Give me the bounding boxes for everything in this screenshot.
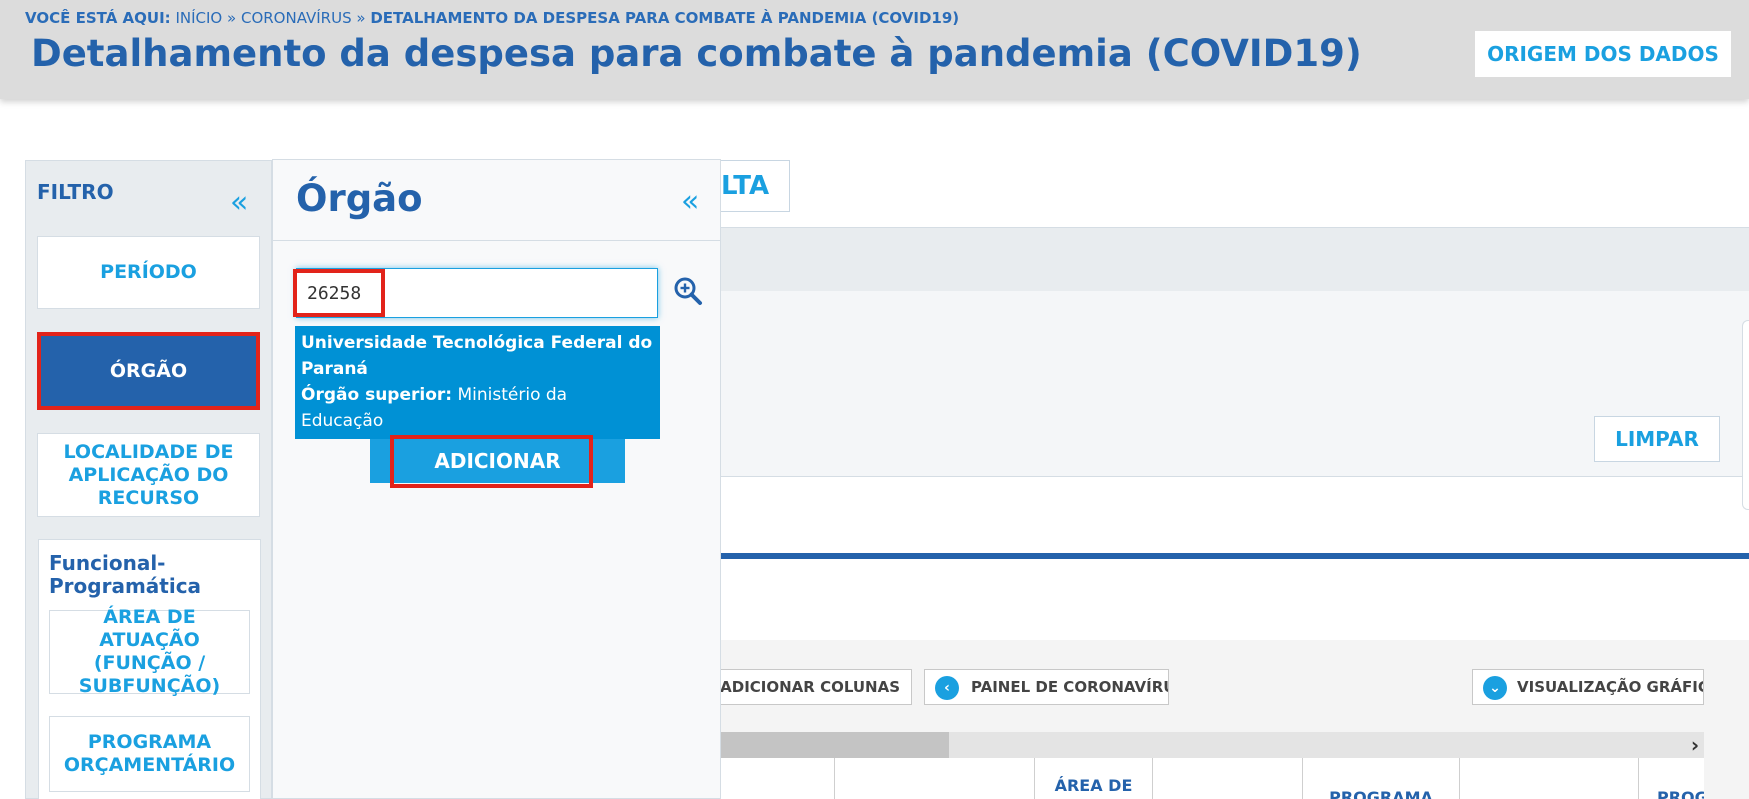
filter-orgao-label: ÓRGÃO xyxy=(109,359,188,382)
orgao-search-input[interactable] xyxy=(296,268,658,318)
breadcrumb-current: DETALHAMENTO DA DESPESA PARA COMBATE À P… xyxy=(370,9,960,27)
side-tab[interactable] xyxy=(1742,320,1749,510)
filter-sidebar: FILTRO « PERÍODO ÓRGÃO LOCALIDADE DE APL… xyxy=(25,160,272,799)
filter-area-atuacao-button[interactable]: ÁREA DE ATUAÇÃO (FUNÇÃO / SUBFUNÇÃO) xyxy=(49,606,250,697)
filter-orgao-button[interactable]: ÓRGÃO xyxy=(37,332,260,410)
table-header-cell xyxy=(1459,758,1638,799)
table-header-programa[interactable]: PROGRAMA xyxy=(1302,758,1459,799)
page-title: Detalhamento da despesa para combate à p… xyxy=(31,32,1362,75)
painel-coronavirus-label: PAINEL DE CORONAVÍRUS xyxy=(971,678,1169,696)
orgao-panel: Órgão « Universidade Tecnológica Federal… xyxy=(272,159,721,799)
breadcrumb-separator: » xyxy=(356,9,366,27)
autocomplete-suggestion[interactable]: Universidade Tecnológica Federal do Para… xyxy=(295,326,660,439)
filter-area-atuacao-label: ÁREA DE ATUAÇÃO (FUNÇÃO / SUBFUNÇÃO) xyxy=(78,606,221,697)
funcional-programatica-title: Funcional-Programática xyxy=(49,551,202,598)
funcional-programatica-group: Funcional-Programática ÁREA DE ATUAÇÃO (… xyxy=(38,539,261,799)
scroll-right-arrow[interactable]: › xyxy=(1683,732,1707,758)
breadcrumb-coronavirus-link[interactable]: CORONAVÍRUS xyxy=(241,9,352,27)
filter-summary-band xyxy=(640,227,1749,291)
table-header-cell xyxy=(834,758,1034,799)
filter-localidade-label: LOCALIDADE DE APLICAÇÃO DO RECURSO xyxy=(63,440,234,509)
table-header-programa-2[interactable]: PROGR xyxy=(1638,758,1704,799)
adicionar-button[interactable]: ADICIONAR xyxy=(370,439,625,483)
table-header-cell xyxy=(1152,758,1302,799)
collapse-filter-icon[interactable]: « xyxy=(230,188,248,218)
page: LTA LIMPAR ER/ADICIONAR COLUNAS ‹ PAINEL… xyxy=(0,0,1749,799)
origem-dos-dados-button[interactable]: ORIGEM DOS DADOS xyxy=(1475,31,1731,77)
page-header: VOCÊ ESTÁ AQUI: INÍCIO » CORONAVÍRUS » D… xyxy=(0,0,1749,99)
filter-periodo-label: PERÍODO xyxy=(100,261,197,283)
add-columns-label: ER/ADICIONAR COLUNAS xyxy=(692,678,900,696)
breadcrumb: VOCÊ ESTÁ AQUI: INÍCIO » CORONAVÍRUS » D… xyxy=(25,9,959,27)
consulta-label: LTA xyxy=(721,171,770,201)
filter-localidade-button[interactable]: LOCALIDADE DE APLICAÇÃO DO RECURSO xyxy=(37,433,260,517)
painel-coronavirus-button[interactable]: ‹ PAINEL DE CORONAVÍRUS xyxy=(924,669,1169,705)
filter-title: FILTRO xyxy=(37,180,114,204)
filter-programa-label: PROGRAMA ORÇAMENTÁRIO xyxy=(63,731,236,776)
filter-summary-area xyxy=(640,291,1749,477)
section-divider xyxy=(640,553,1749,559)
suggestion-superior-label: Órgão superior: xyxy=(301,385,453,405)
breadcrumb-home-link[interactable]: INÍCIO xyxy=(175,9,222,27)
filter-periodo-button[interactable]: PERÍODO xyxy=(37,236,260,309)
orgao-panel-title: Órgão xyxy=(296,177,423,220)
visualizacao-grafica-label: VISUALIZAÇÃO GRÁFICA xyxy=(1517,678,1704,696)
zoom-search-icon[interactable] xyxy=(673,276,703,306)
limpar-button[interactable]: LIMPAR xyxy=(1594,416,1720,462)
chevron-left-icon: ‹ xyxy=(935,676,959,700)
orgao-panel-divider xyxy=(273,240,720,241)
visualizacao-grafica-button[interactable]: ⌄ VISUALIZAÇÃO GRÁFICA xyxy=(1472,669,1704,705)
breadcrumb-prefix: VOCÊ ESTÁ AQUI: xyxy=(25,9,171,27)
collapse-orgao-icon[interactable]: « xyxy=(681,187,699,217)
table-header-area[interactable]: ÁREA DE xyxy=(1034,758,1152,799)
suggestion-orgao-name: Universidade Tecnológica Federal do Para… xyxy=(301,333,653,379)
chevron-down-icon: ⌄ xyxy=(1483,676,1507,700)
filter-programa-button[interactable]: PROGRAMA ORÇAMENTÁRIO xyxy=(49,716,250,792)
breadcrumb-separator: » xyxy=(227,9,237,27)
